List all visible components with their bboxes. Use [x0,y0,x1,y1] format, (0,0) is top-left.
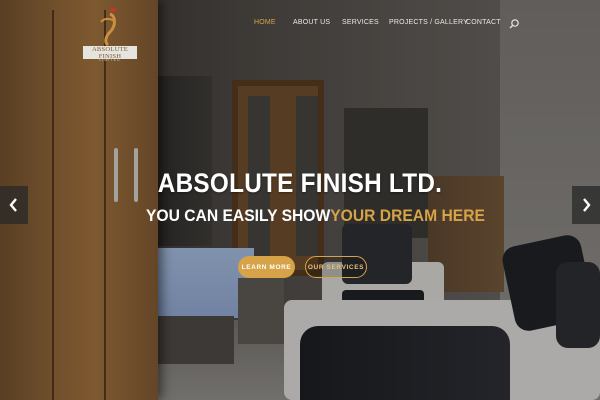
hero-subtitle-white: YOU CAN EASILY SHOW [146,206,331,225]
logo-emblem-icon [100,8,117,46]
our-services-button[interactable]: OUR SERVICES [305,256,367,278]
nav-item-projects-gallery[interactable]: PROJECTS / GALLERY [389,19,468,26]
learn-more-button[interactable]: LEARN MORE [238,256,295,278]
hero-subtitle: YOU CAN EASILY SHOWYOUR DREAM HERE [146,206,485,226]
nav-item-home[interactable]: HOME [254,19,276,26]
hero-title: ABSOLUTE FINISH LTD. [157,168,443,198]
search-icon[interactable] [508,17,520,29]
chevron-right-icon [583,198,591,212]
hero-subtitle-gold: YOUR DREAM HERE [330,206,485,225]
logo-subtitle: LIMITED [99,58,121,62]
slider-prev-button[interactable] [0,186,28,224]
site-logo[interactable]: ABSOLUTE FINISH LIMITED [82,8,138,62]
chevron-left-icon [9,198,17,212]
nav-item-contact[interactable]: CONTACT [466,19,501,26]
slider-next-button[interactable] [572,186,600,224]
nav-item-services[interactable]: SERVICES [342,19,379,26]
nav-item-about-us[interactable]: ABOUT US [293,19,330,26]
hero-slider: ABSOLUTE FINISH LIMITED HOME ABOUT US SE… [0,0,600,400]
